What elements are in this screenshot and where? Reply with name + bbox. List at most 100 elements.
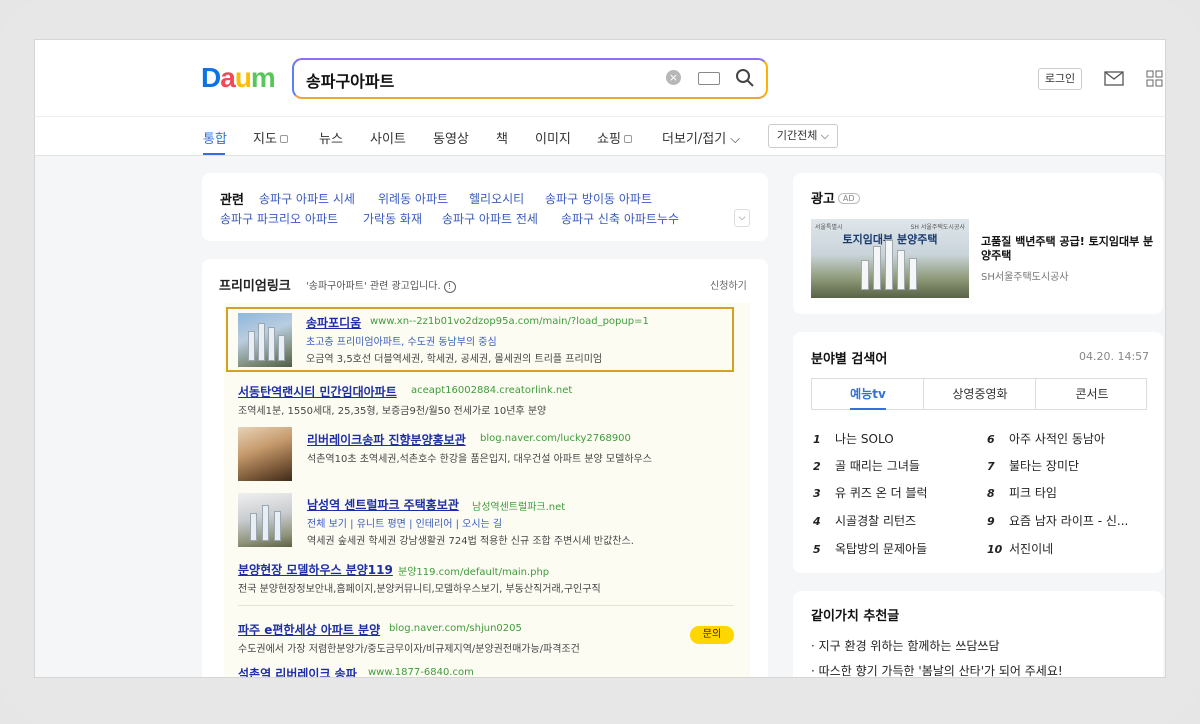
side-ad-title-text: 광고: [811, 192, 835, 207]
ad-url[interactable]: www.1877-6840.com: [368, 667, 474, 677]
rank-item[interactable]: 9 요즘 남자 라이프 - 신...: [987, 512, 1128, 529]
ad-title[interactable]: 파주 e편한세상 아파트 분양: [238, 621, 380, 638]
tab-site[interactable]: 사이트: [370, 128, 406, 147]
ads-list: 송파포디움 www.xn--2z1b01vo2dzop95a.com/main/…: [224, 303, 750, 677]
ad-sublink[interactable]: 전체 보기 | 유니트 평면 | 인테리어 | 오시는 길: [307, 515, 502, 530]
apply-link[interactable]: 신청하기: [710, 277, 747, 292]
ad-thumbnail[interactable]: [238, 493, 292, 547]
ad-thumbnail[interactable]: [238, 313, 292, 367]
side-ad-card: 광고 AD 서울특별시 SH 서울주택도시공사 토지임대부 분양주택 고품질 백년…: [793, 173, 1163, 314]
ad-thumbnail[interactable]: [238, 427, 292, 481]
rank-item[interactable]: 8 피크 타임: [987, 484, 1057, 501]
logo-letter-u: u: [234, 62, 252, 93]
ad-url[interactable]: www.xn--2z1b01vo2dzop95a.com/main/?load_…: [370, 316, 649, 327]
search-input[interactable]: 송파구아파트: [306, 68, 394, 92]
logo-letter-d: D: [201, 62, 221, 93]
ad-banner-image[interactable]: 서울특별시 SH 서울주택도시공사 토지임대부 분양주택: [811, 219, 969, 298]
ad-url[interactable]: 분양119.com/default/main.php: [398, 563, 549, 578]
tab-integrated[interactable]: 통합: [203, 128, 227, 147]
search-icon[interactable]: [735, 68, 755, 88]
ad-title[interactable]: 리버레이크송파 진향분양홍보관: [307, 431, 466, 448]
rank-item[interactable]: 4 시골경찰 리턴즈: [813, 512, 916, 529]
premium-links-card: 프리미엄링크 '송파구아파트' 관련 광고입니다.! 신청하기 송파포디움 ww…: [202, 259, 768, 677]
ad-title[interactable]: 송파포디움: [306, 314, 361, 331]
related-link[interactable]: 송파구 방이동 아파트: [545, 190, 652, 207]
related-link[interactable]: 송파구 아파트 시세: [259, 190, 355, 207]
tab-map-label: 지도: [253, 132, 277, 147]
related-link[interactable]: 송파구 아파트 전세: [442, 210, 538, 227]
ad-sublink[interactable]: 초고층 프리미엄아파트, 수도권 동남부의 중심: [306, 333, 497, 348]
logo-letter-m: m: [250, 62, 276, 93]
rank-item[interactable]: 5 옥탑방의 문제아들: [813, 540, 927, 557]
related-link[interactable]: 헬리오시티: [469, 190, 524, 207]
value-posts-title: 같이가치 추천글: [811, 609, 900, 624]
related-link[interactable]: 송파구 신축 아파트누수: [561, 210, 679, 227]
rank-number: 6: [987, 433, 995, 446]
rank-number: 4: [813, 515, 821, 528]
rank-text: 유 퀴즈 온 더 블럭: [835, 486, 928, 500]
ad-description: 조역세1분, 1550세대, 25,35형, 보증금9천/월50 전세가로 10…: [238, 406, 547, 417]
mail-icon[interactable]: [1104, 71, 1124, 86]
related-link[interactable]: 가락동 화재: [363, 210, 422, 227]
rank-item[interactable]: 7 불타는 장미단: [987, 457, 1079, 474]
ad-url[interactable]: blog.naver.com/shjun0205: [389, 623, 522, 634]
inquire-button[interactable]: 문의: [690, 626, 734, 644]
tab-book[interactable]: 책: [496, 128, 508, 147]
premium-links-title: 프리미엄링크: [219, 279, 291, 294]
rank-item[interactable]: 2 골 때리는 그녀들: [813, 457, 920, 474]
info-icon[interactable]: !: [443, 281, 456, 293]
search-box[interactable]: 송파구아파트 ×: [292, 58, 768, 99]
ad-badge: AD: [837, 193, 860, 204]
highlighted-ad[interactable]: 송파포디움 www.xn--2z1b01vo2dzop95a.com/main/…: [226, 307, 734, 372]
ad-description: 수도권에서 가장 저렴한분양가/중도금무이자/비규제지역/분양권전매가능/파격조…: [238, 644, 580, 655]
related-title: 관련: [220, 193, 244, 208]
tab-news[interactable]: 뉴스: [319, 128, 343, 147]
logo-letter-a: a: [220, 62, 236, 93]
rank-item[interactable]: 1 나는 SOLO: [813, 430, 894, 447]
tab-entertainment-tv[interactable]: 예능tv: [812, 379, 924, 410]
related-link[interactable]: 송파구 파크리오 아파트: [220, 210, 338, 227]
rank-text: 요즘 남자 라이프 - 신...: [1009, 514, 1129, 528]
category-search-card: 분야별 검색어 04.20. 14:57 예능tv 상영중영화 콘서트 1 나는 …: [793, 332, 1163, 573]
rank-number: 8: [987, 487, 995, 500]
side-ad-advertiser[interactable]: SH서울주택도시공사: [981, 268, 1068, 283]
clear-icon[interactable]: ×: [666, 70, 681, 85]
rank-item[interactable]: 6 아주 사적인 동남아: [987, 430, 1105, 447]
keyboard-icon[interactable]: [698, 72, 720, 85]
tab-image[interactable]: 이미지: [535, 128, 571, 147]
ad-url[interactable]: blog.naver.com/lucky2768900: [480, 433, 631, 444]
value-post-item[interactable]: · 지구 환경 위하는 함께하는 쓰담쓰담: [811, 637, 1000, 654]
external-window-icon: [623, 135, 632, 143]
period-filter-dropdown[interactable]: 기간전체 ⌵: [768, 124, 838, 148]
ad-title[interactable]: 석촌역 리버레이크 송파: [238, 665, 357, 677]
rank-text: 서진이네: [1009, 542, 1054, 556]
rank-text: 옥탑방의 문제아들: [835, 542, 928, 556]
side-ad-headline[interactable]: 고품질 백년주택 공급! 토지임대부 분양주택: [981, 235, 1159, 263]
related-link[interactable]: 위례동 아파트: [378, 190, 448, 207]
login-button[interactable]: 로그인: [1038, 68, 1082, 90]
ad-url[interactable]: 남성역센트럴파크.net: [472, 498, 565, 513]
ad-title[interactable]: 분양현장 모델하우스 분양119: [238, 561, 393, 578]
expand-related-button[interactable]: ⌵: [734, 209, 750, 227]
rank-text: 피크 타임: [1009, 486, 1057, 500]
tab-video[interactable]: 동영상: [433, 128, 469, 147]
rank-number: 9: [987, 515, 995, 528]
rank-item[interactable]: 3 유 퀴즈 온 더 블럭: [813, 484, 928, 501]
rank-number: 5: [813, 543, 821, 556]
tab-map[interactable]: 지도: [253, 128, 288, 147]
rank-item[interactable]: 10 서진이네: [987, 540, 1053, 557]
ad-url[interactable]: aceapt16002884.creatorlink.net: [411, 385, 572, 396]
rank-text: 아주 사적인 동남아: [1009, 432, 1105, 446]
tab-concert[interactable]: 콘서트: [1036, 379, 1148, 409]
tab-shopping[interactable]: 쇼핑: [597, 128, 632, 147]
rank-text: 나는 SOLO: [835, 432, 894, 446]
daum-logo[interactable]: Daum: [201, 62, 276, 94]
ad-description: 전국 분양현장정보안내,홈페이지,분양커뮤니티,모델하우스보기, 부동산직거래,…: [238, 584, 601, 595]
ad-title[interactable]: 서동탄역랜시티 민간임대아파트: [238, 383, 397, 400]
apps-grid-icon[interactable]: [1146, 70, 1164, 88]
tab-movies[interactable]: 상영중영화: [924, 379, 1036, 409]
value-post-item[interactable]: · 따스한 향기 가득한 '봄날의 산타'가 되어 주세요!: [811, 662, 1063, 677]
tab-more[interactable]: 더보기/접기 ⌵: [662, 128, 740, 147]
ad-title[interactable]: 남성역 센트럴파크 주택홍보관: [307, 496, 459, 513]
divider: [238, 605, 734, 606]
